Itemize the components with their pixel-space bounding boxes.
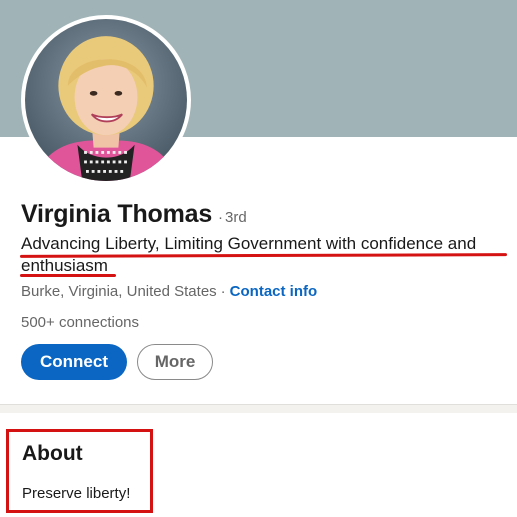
- connections-count[interactable]: 500+ connections: [21, 314, 139, 331]
- more-button[interactable]: More: [137, 344, 213, 380]
- location-row: Burke, Virginia, United States · Contact i…: [21, 283, 317, 300]
- annotation-underline: [20, 274, 116, 277]
- section-divider: [0, 404, 517, 413]
- profile-name-row: Virginia Thomas · 3rd: [21, 200, 247, 234]
- degree-separator: ·: [218, 209, 224, 226]
- profile-location: Burke, Virginia, United States: [21, 283, 217, 300]
- profile-name: Virginia Thomas: [21, 200, 213, 228]
- contact-info-link[interactable]: Contact info: [230, 283, 318, 300]
- connect-button[interactable]: Connect: [21, 344, 127, 380]
- avatar-photo: [25, 19, 187, 181]
- location-separator: ·: [220, 283, 226, 300]
- profile-avatar[interactable]: [21, 15, 191, 185]
- connection-degree: 3rd: [225, 209, 247, 226]
- about-heading: About: [22, 442, 83, 465]
- about-text: Preserve liberty!: [22, 485, 131, 502]
